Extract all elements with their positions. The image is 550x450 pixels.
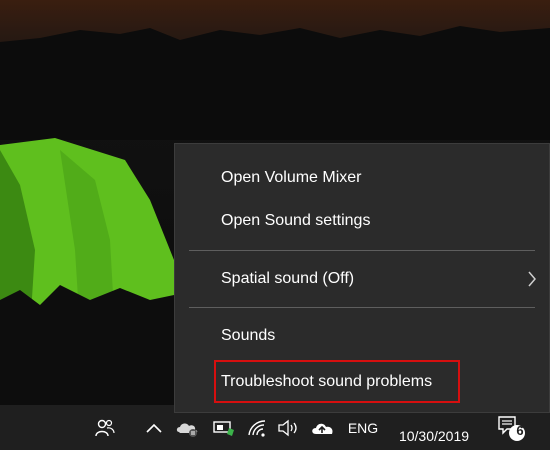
chevron-up-icon[interactable]	[143, 405, 165, 450]
menu-separator	[189, 307, 535, 308]
language-label: ENG	[347, 419, 379, 436]
chevron-right-icon	[527, 259, 537, 299]
sound-context-menu: Open Volume Mixer Open Sound settings Sp…	[174, 143, 550, 413]
menu-item-label: Open Sound settings	[221, 212, 371, 229]
menu-item-label: Sounds	[221, 327, 276, 344]
menu-item-sounds[interactable]: Sounds	[175, 316, 549, 356]
menu-item-label: Open Volume Mixer	[221, 169, 362, 186]
menu-item-label: Troubleshoot sound problems	[221, 373, 433, 390]
menu-separator	[189, 250, 535, 251]
menu-item-open-sound-settings[interactable]: Open Sound settings	[175, 201, 549, 241]
notification-count: 6	[516, 423, 524, 438]
menu-item-open-volume-mixer[interactable]: Open Volume Mixer	[175, 158, 549, 198]
menu-item-label: Spatial sound (Off)	[221, 270, 355, 287]
clock-date: 10/30/2019	[398, 427, 470, 444]
menu-item-troubleshoot[interactable]: Troubleshoot sound problems	[175, 362, 549, 402]
people-icon[interactable]	[90, 405, 120, 450]
menu-item-spatial-sound[interactable]: Spatial sound (Off)	[175, 259, 549, 299]
